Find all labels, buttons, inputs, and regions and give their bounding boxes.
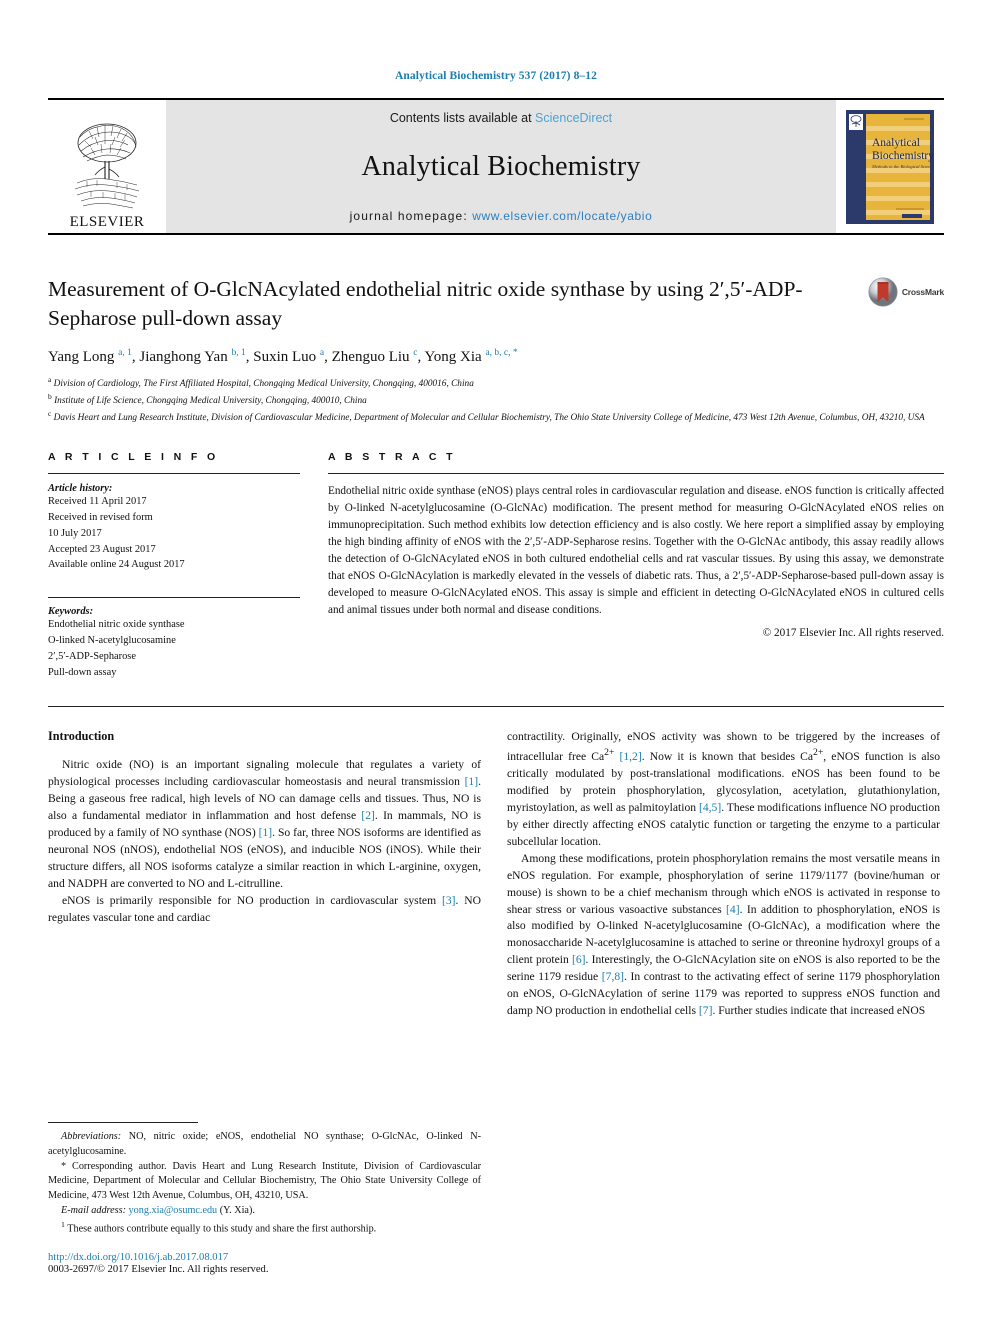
crossmark-label: CrossMark	[901, 287, 944, 297]
abbreviations-footnote: Abbreviations: NO, nitric oxide; eNOS, e…	[48, 1131, 481, 1157]
body-column-right: contractility. Originally, eNOS activity…	[507, 729, 940, 1020]
keyword-item: Pull-down assay	[48, 666, 117, 678]
title-block: Measurement of O-GlcNAcylated endothelia…	[48, 275, 944, 332]
affiliation-text: Institute of Life Science, Chongqing Med…	[54, 395, 367, 406]
crossmark-icon	[868, 277, 898, 307]
journal-cover-image: Analytical Biochemistry Methods in the B…	[846, 109, 934, 224]
history-item: Available online 24 August 2017	[48, 559, 185, 571]
footnote-rule	[48, 1122, 198, 1124]
svg-text:Analytical: Analytical	[872, 137, 920, 149]
affiliation-marker: b	[48, 391, 52, 401]
equal-contribution-footnote: 1 These authors contribute equally to th…	[61, 1219, 377, 1235]
history-item: Accepted 23 August 2017	[48, 543, 156, 555]
running-head: Analytical Biochemistry 537 (2017) 8–12	[395, 70, 597, 82]
keywords-label: Keywords:	[48, 606, 94, 618]
article-info-rule	[48, 473, 300, 475]
history-item: 10 July 2017	[48, 527, 102, 539]
abstract-column: A B S T R A C T Endothelial nitric oxide…	[328, 451, 944, 680]
issn-copyright: 0003-2697/© 2017 Elsevier Inc. All right…	[48, 1264, 269, 1275]
introduction-heading: Introduction	[48, 729, 115, 744]
footnote-block: Abbreviations: NO, nitric oxide; eNOS, e…	[48, 1122, 481, 1275]
affiliation-item: c Davis Heart and Lung Research Institut…	[48, 409, 944, 426]
keyword-item: 2′,5′-ADP-Sepharose	[48, 650, 136, 662]
abstract-heading: A B S T R A C T	[328, 451, 456, 464]
keyword-item: O-linked N-acetylglucosamine	[48, 635, 176, 647]
paragraph: Nitric oxide (NO) is an important signal…	[48, 758, 482, 890]
body-column-left: Introduction Nitric oxide (NO) is an imp…	[48, 729, 481, 1020]
author-list: Yang Long a, 1, Jianghong Yan b, 1, Suxi…	[48, 348, 518, 366]
paragraph: Among these modifications, protein phosp…	[507, 851, 941, 1018]
contents-line: Contents lists available at ScienceDirec…	[390, 111, 612, 125]
journal-banner: Contents lists available at ScienceDirec…	[166, 100, 836, 233]
contents-prefix: Contents lists available at	[389, 111, 536, 125]
abstract-copyright: © 2017 Elsevier Inc. All rights reserved…	[762, 627, 944, 640]
keywords-rule	[48, 597, 300, 599]
email-link[interactable]: yong.xia@osumc.edu	[129, 1205, 218, 1216]
abstract-body: Endothelial nitric oxide synthase (eNOS)…	[328, 485, 944, 616]
journal-homepage-line: journal homepage: www.elsevier.com/locat…	[350, 209, 653, 223]
affiliation-marker: a	[48, 375, 52, 385]
article-info-heading: A R T I C L E I N F O	[48, 451, 219, 464]
email-label: E-mail address:	[61, 1205, 126, 1217]
email-footnote: E-mail address: yong.xia@osumc.edu (Y. X…	[48, 1204, 481, 1219]
homepage-url-link[interactable]: www.elsevier.com/locate/yabio	[472, 209, 652, 223]
article-page: Analytical Biochemistry 537 (2017) 8–12	[0, 0, 992, 1323]
page-title: Measurement of O-GlcNAcylated endothelia…	[48, 277, 803, 330]
elsevier-wordmark: ELSEVIER	[69, 214, 145, 230]
svg-text:Biochemistry: Biochemistry	[872, 150, 934, 162]
affiliation-item: b Institute of Life Science, Chongqing M…	[48, 392, 944, 409]
article-history-label: Article history:	[48, 483, 113, 495]
body-columns: Introduction Nitric oxide (NO) is an imp…	[48, 729, 944, 1020]
article-info-column: A R T I C L E I N F O Article history: R…	[48, 451, 300, 680]
history-item: Received 11 April 2017	[48, 496, 147, 508]
paragraph: eNOS is primarily responsible for NO pro…	[48, 893, 481, 924]
corresponding-author-footnote: * Corresponding author. Davis Heart and …	[48, 1160, 481, 1202]
svg-text:Methods in the Biological Scie: Methods in the Biological Sciences	[871, 164, 934, 169]
elsevier-tree-icon	[74, 123, 140, 209]
crossmark-badge[interactable]: CrossMark	[832, 275, 944, 332]
masthead-bottom-rule	[48, 233, 944, 235]
keywords-block: Keywords: Endothelial nitric oxide synth…	[48, 597, 300, 680]
paragraph: contractility. Originally, eNOS activity…	[507, 730, 940, 848]
abstract-rule	[328, 473, 944, 475]
history-item: Received in revised form	[48, 511, 153, 523]
journal-masthead: ELSEVIER Contents lists available at Sci…	[48, 100, 944, 233]
info-abstract-section: A R T I C L E I N F O Article history: R…	[48, 451, 944, 680]
elsevier-logo: ELSEVIER	[48, 100, 166, 233]
footer-block: http://dx.doi.org/10.1016/j.ab.2017.08.0…	[48, 1252, 481, 1275]
doi-link[interactable]: http://dx.doi.org/10.1016/j.ab.2017.08.0…	[48, 1252, 481, 1263]
journal-cover-thumbnail: Analytical Biochemistry Methods in the B…	[836, 100, 944, 233]
email-suffix: (Y. Xia).	[219, 1205, 255, 1217]
title-column: Measurement of O-GlcNAcylated endothelia…	[48, 275, 832, 332]
homepage-prefix: journal homepage:	[349, 209, 473, 223]
sciencedirect-link[interactable]: ScienceDirect	[535, 111, 612, 125]
affiliation-item: a Division of Cardiology, The First Affi…	[48, 375, 944, 392]
journal-title: Analytical Biochemistry	[361, 151, 641, 182]
body-top-rule	[48, 706, 944, 708]
affiliation-text: Division of Cardiology, The First Affili…	[53, 379, 474, 390]
affiliation-list: a Division of Cardiology, The First Affi…	[48, 375, 944, 425]
affiliation-text: Davis Heart and Lung Research Institute,…	[53, 412, 925, 423]
affiliation-marker: c	[48, 408, 52, 418]
keyword-item: Endothelial nitric oxide synthase	[48, 619, 185, 631]
